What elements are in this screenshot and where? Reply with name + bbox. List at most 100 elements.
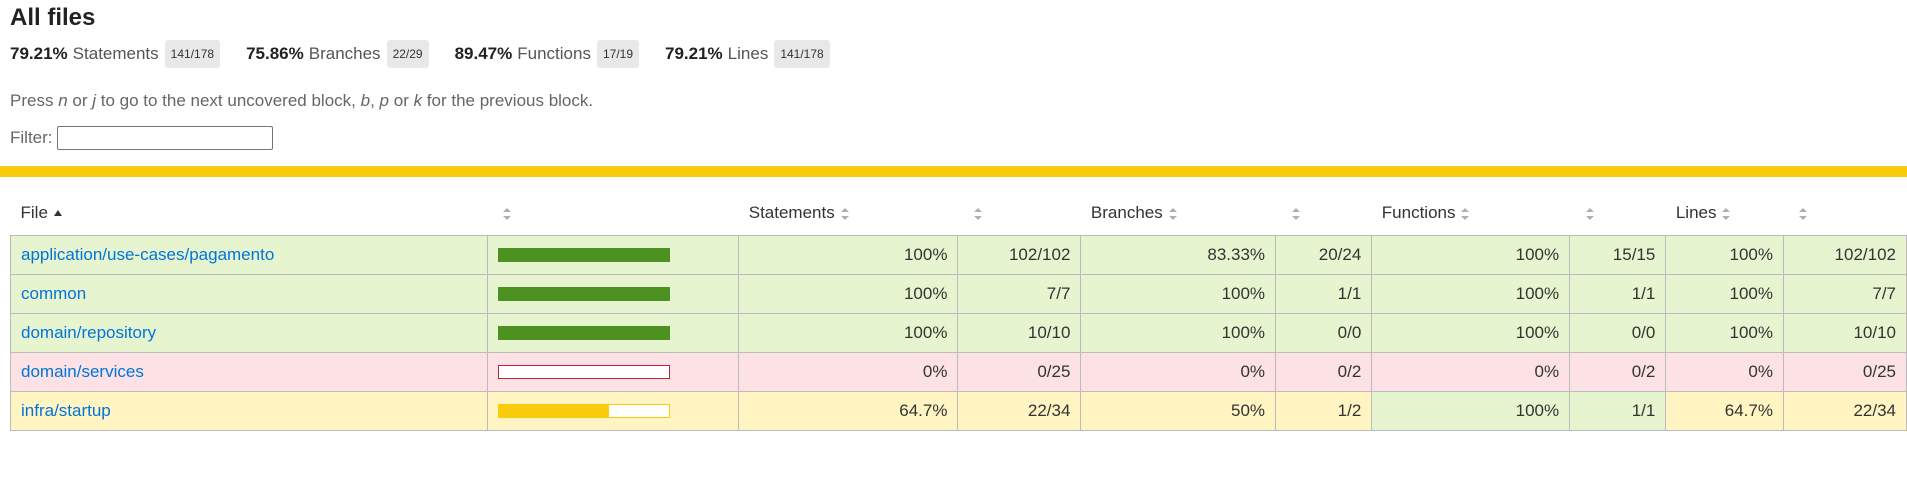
- summary-lines: 79.21% Lines 141/178: [665, 40, 830, 68]
- coverage-bar: [497, 326, 670, 340]
- table-row: infra/startup 64.7% 22/34 50% 1/2 100% 1…: [10, 391, 1907, 431]
- file-link[interactable]: domain/services: [21, 362, 144, 381]
- summary-functions: 89.47% Functions 17/19: [455, 40, 639, 68]
- header-functions[interactable]: Functions: [1372, 191, 1570, 236]
- lines-pct: 100%: [1665, 235, 1784, 275]
- summary-pct: 75.86%: [246, 44, 304, 63]
- filter-row: Filter:: [10, 126, 1897, 150]
- functions-pct: 100%: [1371, 391, 1571, 431]
- header-bar[interactable]: [487, 191, 738, 236]
- lines-fraction: 102/102: [1782, 235, 1907, 275]
- summary-branches: 75.86% Branches 22/29: [246, 40, 429, 68]
- header-lines-frac[interactable]: [1783, 191, 1906, 236]
- summary-label: Functions: [517, 44, 591, 63]
- summary-label: Statements: [72, 44, 159, 63]
- coverage-summary: 79.21% Statements 141/178 75.86% Branche…: [10, 40, 1897, 68]
- summary-fraction: 17/19: [596, 40, 639, 68]
- functions-pct: 0%: [1371, 352, 1571, 392]
- statements-pct: 100%: [738, 235, 959, 275]
- file-cell: application/use-cases/pagamento: [10, 235, 488, 275]
- coverage-table: File Statements Branches Functions Lines…: [10, 191, 1907, 431]
- lines-pct: 100%: [1665, 274, 1784, 314]
- file-cell: domain/repository: [10, 313, 488, 353]
- summary-pct: 79.21%: [665, 44, 723, 63]
- file-link[interactable]: application/use-cases/pagamento: [21, 245, 274, 264]
- file-link[interactable]: infra/startup: [21, 401, 111, 420]
- header-statements-frac[interactable]: [958, 191, 1081, 236]
- statements-pct: 0%: [738, 352, 959, 392]
- coverage-bar: [497, 404, 670, 418]
- file-link[interactable]: domain/repository: [21, 323, 156, 342]
- sort-icon: [503, 207, 512, 220]
- header-branches-frac[interactable]: [1276, 191, 1372, 236]
- hint-text: for the previous block.: [422, 91, 594, 110]
- hint-key: n: [58, 91, 68, 110]
- header-file[interactable]: File: [11, 191, 488, 236]
- header-branches[interactable]: Branches: [1081, 191, 1276, 236]
- summary-label: Lines: [727, 44, 769, 63]
- coverage-bar-cell: [486, 391, 740, 431]
- coverage-bar-fill: [498, 249, 669, 261]
- header-label: Lines: [1675, 203, 1717, 222]
- sort-icon: [1168, 207, 1177, 220]
- sort-icon: [1799, 207, 1808, 220]
- header-label: Branches: [1090, 203, 1163, 222]
- file-cell: domain/services: [10, 352, 488, 392]
- hint-key: p: [379, 91, 390, 110]
- filter-input[interactable]: [56, 126, 273, 150]
- sort-icon: [1461, 207, 1470, 220]
- statements-fraction: 7/7: [957, 274, 1082, 314]
- sort-ascending-icon: [53, 208, 62, 220]
- header-label: File: [20, 203, 48, 222]
- lines-pct: 64.7%: [1665, 391, 1784, 431]
- statements-fraction: 10/10: [957, 313, 1082, 353]
- coverage-bar: [497, 365, 670, 379]
- header-functions-frac[interactable]: [1570, 191, 1666, 236]
- coverage-bar-cell: [486, 274, 740, 314]
- coverage-bar: [497, 287, 670, 301]
- branches-pct: 100%: [1080, 274, 1277, 314]
- statements-fraction: 0/25: [957, 352, 1082, 392]
- summary-fraction: 141/178: [774, 40, 830, 68]
- branches-fraction: 20/24: [1275, 235, 1373, 275]
- functions-fraction: 1/1: [1569, 391, 1667, 431]
- sort-icon: [973, 207, 982, 220]
- statements-pct: 64.7%: [738, 391, 959, 431]
- sort-icon: [840, 207, 849, 220]
- coverage-bar-cell: [486, 352, 740, 392]
- header-label: Statements: [748, 203, 835, 222]
- file-cell: common: [10, 274, 488, 314]
- summary-label: Branches: [308, 44, 381, 63]
- coverage-bar: [497, 248, 670, 262]
- file-link[interactable]: common: [21, 284, 86, 303]
- lines-fraction: 0/25: [1782, 352, 1907, 392]
- summary-fraction: 141/178: [164, 40, 221, 68]
- header-label: Functions: [1381, 203, 1456, 222]
- summary-statements: 79.21% Statements 141/178: [10, 40, 221, 68]
- summary-pct: 79.21%: [10, 44, 68, 63]
- table-row: domain/services 0% 0/25 0% 0/2 0% 0/2 0%…: [10, 352, 1907, 392]
- hint-key: b: [360, 91, 371, 110]
- file-cell: infra/startup: [10, 391, 488, 431]
- hint-text: or: [67, 91, 93, 110]
- functions-fraction: 15/15: [1569, 235, 1667, 275]
- branches-fraction: 0/0: [1275, 313, 1373, 353]
- table-row: domain/repository 100% 10/10 100% 0/0 10…: [10, 313, 1907, 353]
- functions-fraction: 0/0: [1569, 313, 1667, 353]
- statements-fraction: 22/34: [957, 391, 1082, 431]
- coverage-bar-cell: [486, 313, 740, 353]
- header-lines[interactable]: Lines: [1666, 191, 1784, 236]
- branches-fraction: 1/2: [1275, 391, 1373, 431]
- sort-icon: [1585, 207, 1594, 220]
- functions-fraction: 1/1: [1569, 274, 1667, 314]
- coverage-bar-fill: [498, 327, 669, 339]
- filter-label: Filter:: [10, 128, 53, 147]
- lines-fraction: 7/7: [1782, 274, 1907, 314]
- lines-pct: 0%: [1665, 352, 1784, 392]
- branches-fraction: 1/1: [1275, 274, 1373, 314]
- sort-icon: [1291, 207, 1300, 220]
- coverage-bar-cell: [486, 235, 740, 275]
- functions-pct: 100%: [1371, 313, 1571, 353]
- header-statements[interactable]: Statements: [739, 191, 958, 236]
- hint-text: to go to the next uncovered block,: [96, 91, 361, 110]
